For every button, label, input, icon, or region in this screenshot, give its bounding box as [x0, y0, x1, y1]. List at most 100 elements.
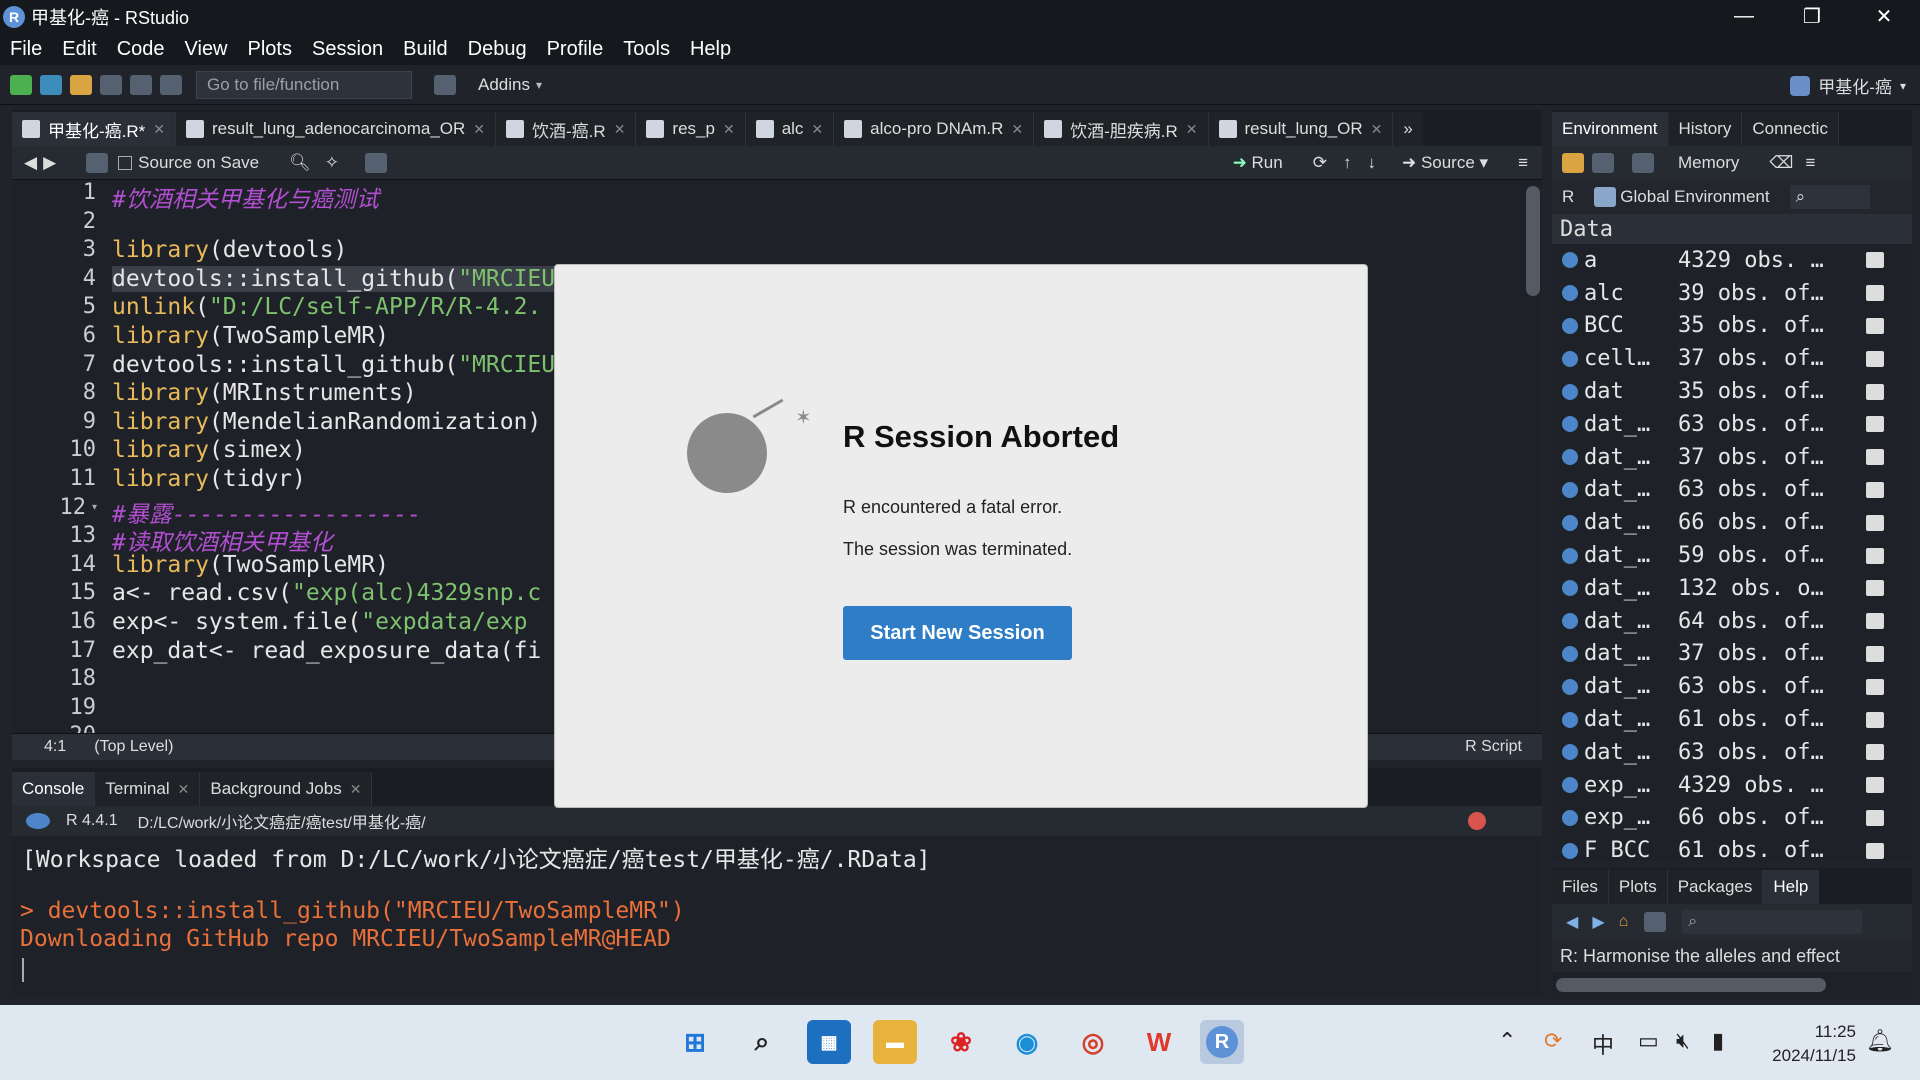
view-table-icon[interactable]: [1866, 481, 1884, 498]
environment-search-input[interactable]: ⌕: [1789, 185, 1870, 209]
back-arrow-icon[interactable]: ◀: [24, 153, 37, 173]
tab-res-p[interactable]: res_p ✕: [636, 112, 746, 146]
expand-icon[interactable]: [1562, 580, 1578, 597]
menu-profile[interactable]: Profile: [547, 38, 604, 61]
environment-row[interactable]: cell… 37 obs. of…: [1552, 342, 1912, 375]
environment-row[interactable]: dat_… 37 obs. of…: [1552, 638, 1912, 671]
down-arrow-icon[interactable]: ↓: [1367, 153, 1376, 173]
tab-main-script[interactable]: 甲基化-癌.R* ✕: [12, 112, 177, 146]
go-to-file-input[interactable]: Go to file/function: [196, 70, 412, 99]
tab-result-lung-adeno[interactable]: result_lung_adenocarcinoma_OR ✕: [176, 112, 497, 146]
menu-build[interactable]: Build: [403, 38, 447, 61]
stop-icon[interactable]: [1468, 812, 1486, 830]
expand-icon[interactable]: [1562, 777, 1578, 794]
help-topic-selector[interactable]: R: Harmonise the alleles and effect: [1552, 940, 1912, 972]
windows-start-icon[interactable]: ⊞: [673, 1020, 717, 1064]
more-tabs-button[interactable]: »: [1393, 112, 1423, 146]
tab-result-lung-or[interactable]: result_lung_OR ✕: [1208, 112, 1394, 146]
environment-row[interactable]: a 4329 obs. …: [1552, 244, 1912, 277]
compile-report-icon[interactable]: [364, 152, 387, 173]
grid-layout-icon[interactable]: [434, 74, 456, 95]
environment-row[interactable]: dat_… 63 obs. of…: [1552, 408, 1912, 441]
environment-row[interactable]: exp_… 4329 obs. …: [1552, 769, 1912, 802]
search-icon[interactable]: ⌕: [740, 1020, 784, 1064]
open-file-icon[interactable]: [70, 74, 92, 95]
menu-plots[interactable]: Plots: [248, 38, 292, 61]
environment-row[interactable]: dat_… 64 obs. of…: [1552, 605, 1912, 638]
tab-connections[interactable]: Connectic: [1742, 112, 1839, 146]
expand-icon[interactable]: [1562, 383, 1578, 400]
expand-icon[interactable]: [1562, 350, 1578, 367]
load-workspace-icon[interactable]: [1562, 153, 1584, 173]
view-table-icon[interactable]: [1866, 449, 1884, 466]
environment-row[interactable]: dat_… 66 obs. of…: [1552, 506, 1912, 539]
chevron-up-icon[interactable]: ⌃: [1498, 1028, 1516, 1054]
menu-edit[interactable]: Edit: [62, 38, 96, 61]
menu-help[interactable]: Help: [690, 38, 731, 61]
expand-icon[interactable]: [1562, 416, 1578, 433]
tab-plots[interactable]: Plots: [1608, 870, 1668, 904]
broom-icon[interactable]: ⌫: [1769, 153, 1793, 173]
horizontal-scrollbar[interactable]: [1556, 978, 1826, 992]
expand-icon[interactable]: [1562, 449, 1578, 466]
source-on-save-checkbox[interactable]: [118, 155, 133, 170]
clock[interactable]: 11:25 2024/11/15: [1756, 1020, 1856, 1068]
view-table-icon[interactable]: [1866, 744, 1884, 761]
environment-row[interactable]: dat_… 132 obs. o…: [1552, 572, 1912, 605]
close-tab-icon[interactable]: ✕: [1371, 121, 1383, 138]
expand-icon[interactable]: [1562, 842, 1578, 859]
tab-drink-cancer[interactable]: 饮酒-癌.R ✕: [496, 112, 637, 146]
network-icon[interactable]: ▭: [1638, 1028, 1659, 1054]
view-table-icon[interactable]: [1866, 613, 1884, 630]
console-output[interactable]: [Workspace loaded from D:/LC/work/小论文癌症/…: [12, 836, 1542, 996]
print-icon[interactable]: [160, 74, 182, 95]
close-tab-icon[interactable]: ✕: [723, 121, 735, 138]
volume-muted-icon[interactable]: 🔇︎: [1676, 1028, 1690, 1054]
tab-history[interactable]: History: [1668, 112, 1743, 146]
battery-icon[interactable]: ▮: [1712, 1028, 1724, 1054]
tab-drink-gallbladder[interactable]: 饮酒-胆疾病.R ✕: [1034, 112, 1209, 146]
view-table-icon[interactable]: [1866, 317, 1884, 334]
tab-alc[interactable]: alc ✕: [745, 112, 835, 146]
menu-file[interactable]: File: [10, 38, 42, 61]
tab-help[interactable]: Help: [1763, 870, 1820, 904]
view-table-icon[interactable]: [1866, 514, 1884, 531]
rerun-icon[interactable]: ⟳: [1313, 153, 1327, 173]
view-table-icon[interactable]: [1866, 711, 1884, 728]
file-type-selector[interactable]: R Script: [1465, 738, 1522, 756]
view-table-icon[interactable]: [1866, 645, 1884, 662]
expand-icon[interactable]: [1562, 678, 1578, 695]
new-file-icon[interactable]: [10, 74, 32, 95]
help-search-input[interactable]: ⌕: [1682, 910, 1863, 934]
tab-alco-pro[interactable]: alco-pro DNAm.R ✕: [834, 112, 1035, 146]
tab-files[interactable]: Files: [1552, 870, 1609, 904]
edge-icon[interactable]: ◉: [1005, 1020, 1049, 1064]
source-button[interactable]: ➜ Source ▾: [1402, 153, 1488, 173]
tab-packages[interactable]: Packages: [1667, 870, 1764, 904]
chrome-icon[interactable]: ◎: [1071, 1020, 1115, 1064]
expand-icon[interactable]: [1562, 547, 1578, 564]
menu-session[interactable]: Session: [312, 38, 383, 61]
back-arrow-icon[interactable]: ◀: [1566, 912, 1578, 932]
tab-console[interactable]: Console: [12, 772, 96, 806]
expand-icon[interactable]: [1562, 744, 1578, 761]
up-arrow-icon[interactable]: ↑: [1343, 153, 1352, 173]
minimize-button[interactable]: —: [1710, 0, 1778, 33]
tab-background-jobs[interactable]: Background Jobs ✕: [200, 772, 373, 806]
close-tab-icon[interactable]: ✕: [1186, 121, 1198, 138]
popout-icon[interactable]: [1644, 912, 1667, 932]
fold-icon[interactable]: ▾: [92, 502, 97, 513]
close-button[interactable]: ✕: [1850, 0, 1918, 33]
close-tab-icon[interactable]: ✕: [153, 121, 165, 138]
view-table-icon[interactable]: [1866, 383, 1884, 400]
search-icon[interactable]: 🔍︎: [289, 153, 311, 173]
editor-scrollbar[interactable]: [1526, 186, 1540, 296]
save-all-icon[interactable]: [130, 74, 152, 95]
import-dataset-icon[interactable]: [1632, 153, 1654, 173]
close-tab-icon[interactable]: ✕: [350, 781, 362, 798]
view-table-icon[interactable]: [1866, 777, 1884, 794]
environment-row[interactable]: dat_… 63 obs. of…: [1552, 736, 1912, 769]
view-table-icon[interactable]: [1866, 842, 1884, 859]
environment-row[interactable]: F_BCC 61 obs. of…: [1552, 834, 1912, 860]
scope-selector[interactable]: (Top Level): [94, 738, 173, 756]
